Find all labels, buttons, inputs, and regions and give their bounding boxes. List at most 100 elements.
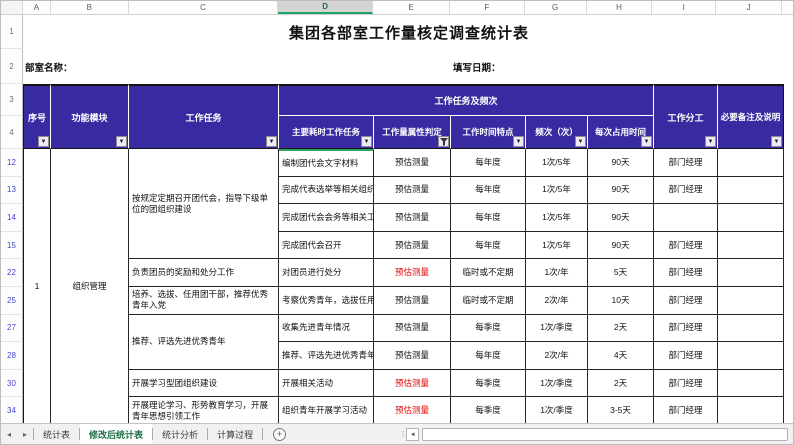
column-header-e[interactable]: E — [373, 1, 450, 14]
cell-attr-22[interactable]: 预估测量 — [374, 259, 451, 287]
cell-maintask-25[interactable]: 考察优秀青年，选拔任用团干部 — [279, 287, 374, 315]
cell-time-12[interactable]: 每年度 — [451, 149, 526, 177]
cell-note-30[interactable] — [718, 370, 784, 398]
cell-note-13[interactable] — [718, 177, 784, 205]
row-header-28[interactable]: 28 — [1, 342, 23, 370]
cell-note-28[interactable] — [718, 342, 784, 370]
select-all-corner[interactable] — [1, 1, 23, 14]
cell-time-15[interactable]: 每年度 — [451, 232, 526, 260]
cell-freq-25[interactable]: 2次/年 — [526, 287, 588, 315]
cell-dur-27[interactable]: 2天 — [588, 315, 654, 343]
header-duration[interactable]: 每次占用时间 ▼ — [588, 116, 654, 149]
filter-funnel-icon[interactable] — [438, 136, 449, 147]
header-frequency[interactable]: 频次（次） ▼ — [526, 116, 588, 149]
cell-note-12[interactable] — [718, 149, 784, 177]
row-header-1[interactable]: 1 — [1, 15, 23, 49]
tab-revised-statistics[interactable]: 修改后统计表 — [80, 424, 152, 444]
filter-dropdown-icon[interactable]: ▼ — [705, 136, 716, 147]
filter-dropdown-icon[interactable]: ▼ — [575, 136, 586, 147]
cell-dur-30[interactable]: 2天 — [588, 370, 654, 398]
cell-maintask-34[interactable]: 组织青年开展学习活动 — [279, 397, 374, 425]
column-header-f[interactable]: F — [450, 1, 525, 14]
header-notes[interactable]: 必要备注及说明 ▼ — [718, 84, 784, 149]
column-header-b[interactable]: B — [51, 1, 129, 14]
cell-owner-30[interactable]: 部门经理 — [654, 370, 718, 398]
cell-owner-25[interactable]: 部门经理 — [654, 287, 718, 315]
scroll-left-icon[interactable]: ◄ — [406, 428, 419, 441]
cell-dur-22[interactable]: 5天 — [588, 259, 654, 287]
cell-owner-22[interactable]: 部门经理 — [654, 259, 718, 287]
scrollbar-resize-handle[interactable]: ⁞ — [402, 430, 403, 439]
row-header-12[interactable]: 12 — [1, 149, 23, 177]
cell-attr-25[interactable]: 预估测量 — [374, 287, 451, 315]
cell-time-14[interactable]: 每年度 — [451, 204, 526, 232]
header-seq[interactable]: 序号 ▼ — [23, 84, 51, 149]
cell-task-12-15[interactable]: 按规定定期召开团代会，指导下级单位的团组织建设 — [129, 149, 279, 259]
cell-owner-15[interactable]: 部门经理 — [654, 232, 718, 260]
cell-owner-27[interactable]: 部门经理 — [654, 315, 718, 343]
cell-attr-13[interactable]: 预估测量 — [374, 177, 451, 205]
horizontal-scrollbar[interactable]: ⁞ ◄ — [402, 427, 788, 442]
cell-freq-13[interactable]: 1次/5年 — [526, 177, 588, 205]
cell-dur-25[interactable]: 10天 — [588, 287, 654, 315]
cell-attr-34[interactable]: 预估测量 — [374, 397, 451, 425]
column-header-c[interactable]: C — [129, 1, 279, 14]
row-header-15[interactable]: 15 — [1, 232, 23, 260]
header-task[interactable]: 工作任务 ▼ — [129, 84, 279, 149]
filter-dropdown-icon[interactable]: ▼ — [361, 136, 372, 147]
cell-maintask-12[interactable]: 编制团代会文字材料 — [279, 149, 374, 177]
sheet-title[interactable]: 集团各部室工作量核定调查统计表 — [23, 15, 794, 49]
cell-freq-15[interactable]: 1次/5年 — [526, 232, 588, 260]
cell-task-34[interactable]: 开展理论学习、形势教育学习，开展青年思想引领工作 — [129, 397, 279, 425]
row-header-4[interactable]: 4 — [1, 116, 23, 149]
filter-dropdown-icon[interactable]: ▼ — [513, 136, 524, 147]
cell-time-22[interactable]: 临时或不定期 — [451, 259, 526, 287]
add-sheet-icon[interactable]: + — [273, 428, 286, 441]
header-main-task[interactable]: 主要耗时工作任务 ▼ — [279, 116, 374, 149]
cell-dur-15[interactable]: 90天 — [588, 232, 654, 260]
tab-calculation[interactable]: 计算过程 — [208, 424, 262, 444]
cell-maintask-15[interactable]: 完成团代会召开 — [279, 232, 374, 260]
cell-owner-13[interactable]: 部门经理 — [654, 177, 718, 205]
cell-attr-30[interactable]: 预估测量 — [374, 370, 451, 398]
header-time-feature[interactable]: 工作时间特点 ▼ — [451, 116, 526, 149]
cell-owner-12[interactable]: 部门经理 — [654, 149, 718, 177]
cell-freq-27[interactable]: 1次/季度 — [526, 315, 588, 343]
cell-note-14[interactable] — [718, 204, 784, 232]
filter-dropdown-icon[interactable]: ▼ — [266, 136, 277, 147]
cell-task-22[interactable]: 负责团员的奖励和处分工作 — [129, 259, 279, 287]
cell-note-15[interactable] — [718, 232, 784, 260]
column-header-a[interactable]: A — [23, 1, 51, 14]
row-header-22[interactable]: 22 — [1, 259, 23, 287]
column-header-d-selected[interactable]: D — [278, 1, 373, 14]
header-division[interactable]: 工作分工 ▼ — [654, 84, 718, 149]
cell-time-34[interactable]: 每季度 — [451, 397, 526, 425]
column-header-h[interactable]: H — [587, 1, 653, 14]
column-header-i[interactable]: I — [652, 1, 716, 14]
cell-note-34[interactable] — [718, 397, 784, 425]
row-header-13[interactable]: 13 — [1, 177, 23, 205]
column-header-j[interactable]: J — [716, 1, 782, 14]
header-attr[interactable]: 工作量属性判定 — [374, 116, 451, 149]
cell-maintask-14[interactable]: 完成团代会会务等相关工作 — [279, 204, 374, 232]
row-header-27[interactable]: 27 — [1, 315, 23, 343]
cell-owner-14[interactable] — [654, 204, 718, 232]
cell-note-25[interactable] — [718, 287, 784, 315]
cell-attr-27[interactable]: 预估测量 — [374, 315, 451, 343]
cell-freq-22[interactable]: 1次/年 — [526, 259, 588, 287]
tab-statistics[interactable]: 统计表 — [34, 424, 79, 444]
cell-freq-30[interactable]: 1次/季度 — [526, 370, 588, 398]
cell-dur-13[interactable]: 90天 — [588, 177, 654, 205]
cell-seq-merged[interactable]: 1 — [23, 149, 51, 425]
cell-maintask-28[interactable]: 推荐、评选先进优秀青年 — [279, 342, 374, 370]
cell-attr-14[interactable]: 预估测量 — [374, 204, 451, 232]
row-header-25[interactable]: 25 — [1, 287, 23, 315]
cell-freq-34[interactable]: 1次/季度 — [526, 397, 588, 425]
cell-note-22[interactable] — [718, 259, 784, 287]
fill-date-label[interactable]: 填写日期： — [451, 49, 794, 84]
cell-dur-14[interactable]: 90天 — [588, 204, 654, 232]
row-header-34[interactable]: 34 — [1, 397, 23, 425]
cell-dur-34[interactable]: 3-5天 — [588, 397, 654, 425]
row-header-2[interactable]: 2 — [1, 49, 23, 84]
scrollbar-thumb[interactable] — [422, 428, 788, 441]
